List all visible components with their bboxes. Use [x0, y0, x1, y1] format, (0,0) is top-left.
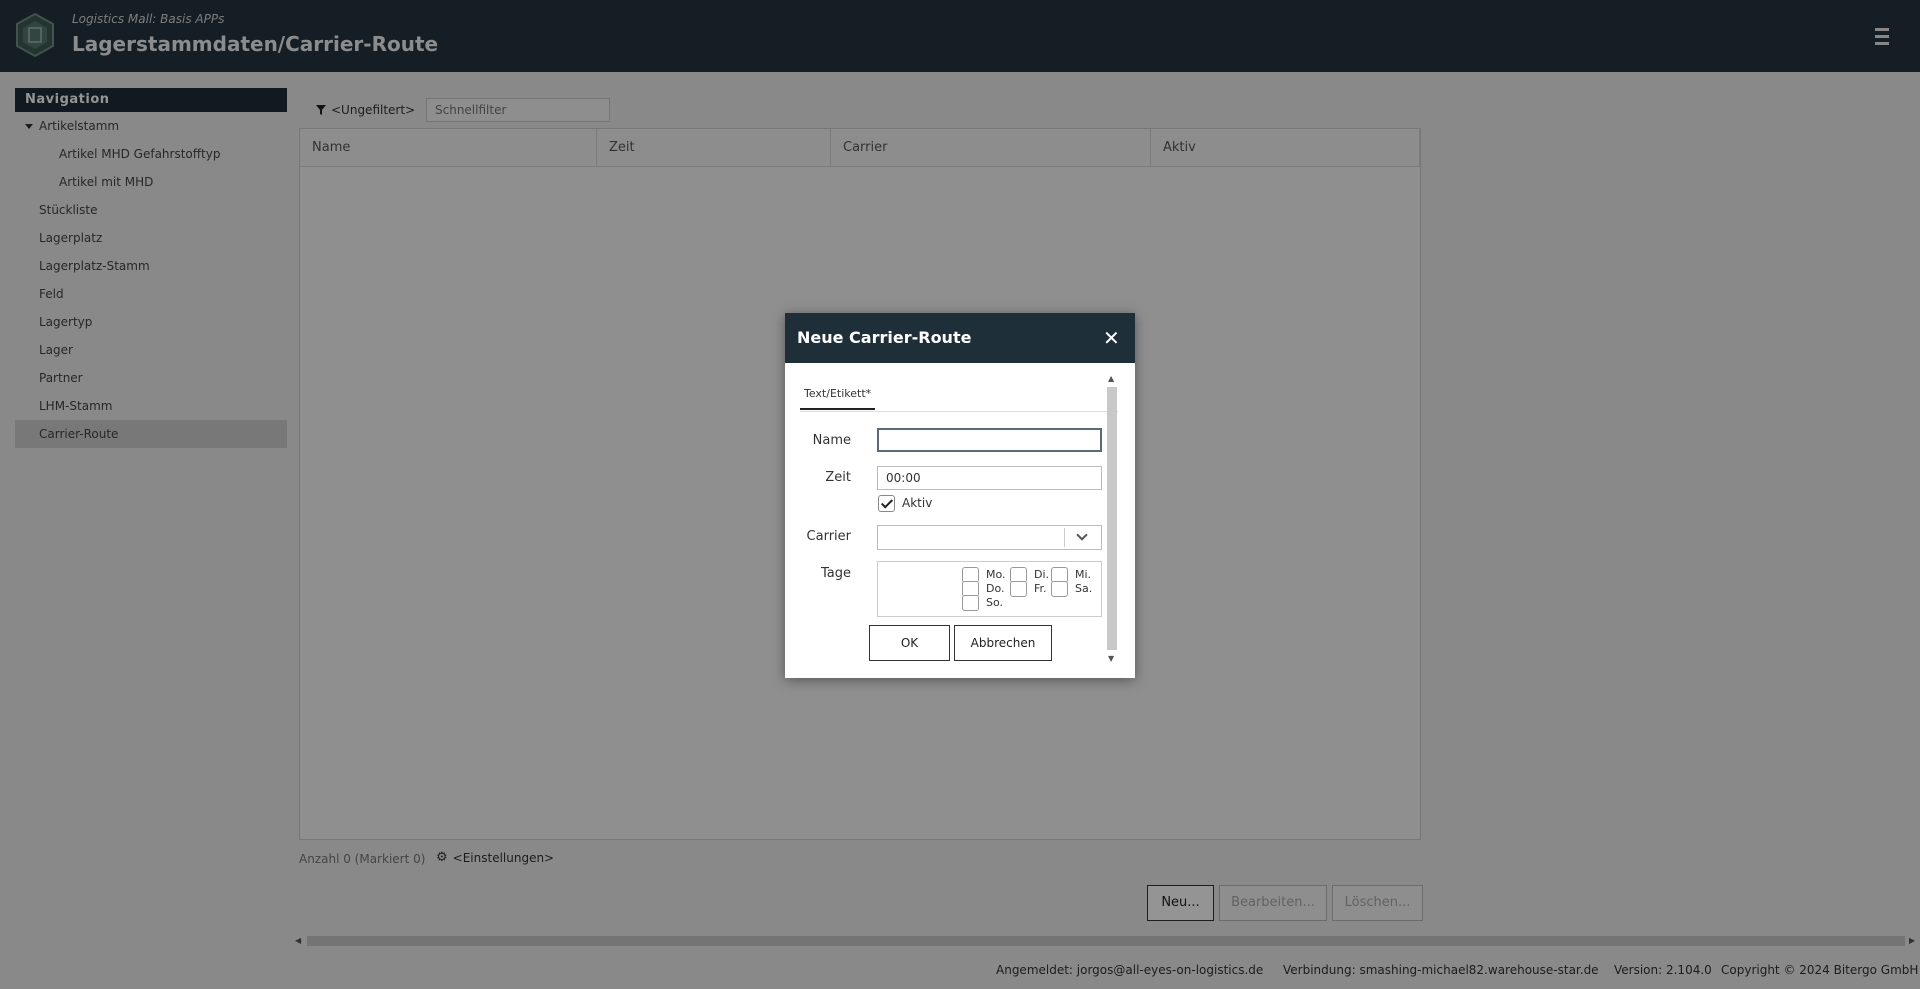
tab-divider: [800, 411, 1118, 412]
scroll-up-arrow-icon[interactable]: ▲: [1108, 374, 1114, 383]
name-field[interactable]: [877, 428, 1102, 452]
dialog-header: Neue Carrier-Route ✕: [785, 313, 1135, 363]
new-carrier-route-dialog: Neue Carrier-Route ✕ Text/Etikett* Name …: [785, 313, 1135, 678]
sunday-label: So.: [986, 596, 1004, 609]
chevron-down-icon[interactable]: [1076, 529, 1088, 541]
sunday-checkbox[interactable]: [962, 595, 979, 611]
dialog-title: Neue Carrier-Route: [797, 328, 972, 347]
scroll-down-arrow-icon[interactable]: ▼: [1108, 654, 1114, 663]
wednesday-label: Mi.: [1075, 568, 1092, 581]
dialog-body: Text/Etikett* Name Zeit Aktiv Carrier Ta…: [785, 363, 1135, 678]
carrier-label: Carrier: [806, 529, 851, 544]
aktiv-checkbox[interactable]: [878, 495, 895, 512]
ok-button[interactable]: OK: [869, 625, 950, 661]
thursday-label: Do.: [986, 582, 1005, 595]
cancel-button[interactable]: Abbrechen: [954, 625, 1052, 661]
name-label: Name: [812, 433, 851, 448]
friday-checkbox[interactable]: [1010, 581, 1027, 597]
dialog-scrollbar-thumb[interactable]: [1107, 387, 1117, 650]
dialog-vertical-scrollbar[interactable]: ▲ ▼: [1105, 373, 1119, 666]
carrier-select[interactable]: [877, 525, 1102, 550]
tage-label: Tage: [820, 566, 851, 581]
zeit-label: Zeit: [825, 470, 851, 485]
friday-label: Fr.: [1034, 582, 1047, 595]
saturday-label: Sa.: [1075, 582, 1093, 595]
select-separator: [1064, 528, 1065, 547]
tab-text-etikett[interactable]: Text/Etikett*: [800, 383, 876, 410]
monday-label: Mo.: [986, 568, 1006, 581]
tuesday-label: Di.: [1034, 568, 1050, 581]
aktiv-label: Aktiv: [902, 496, 933, 510]
close-icon[interactable]: ✕: [1103, 328, 1120, 348]
saturday-checkbox[interactable]: [1051, 581, 1068, 597]
days-selector: Mo. Di. Mi. Do. Fr. Sa. So.: [877, 561, 1102, 617]
zeit-field[interactable]: [877, 466, 1102, 490]
